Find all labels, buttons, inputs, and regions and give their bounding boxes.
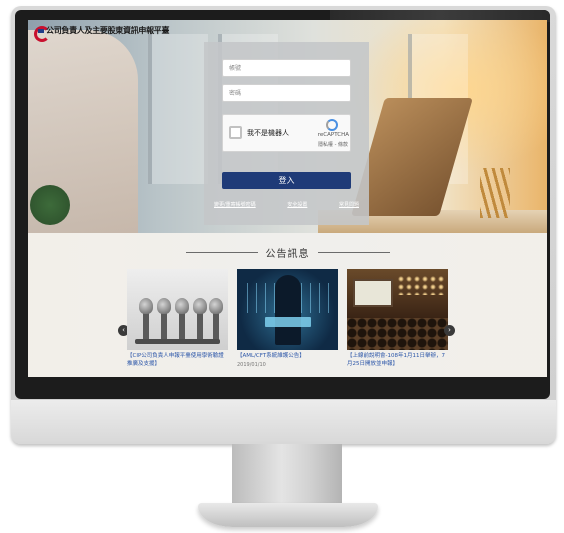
- reset-password-link[interactable]: 變更/重寄帳號密碼: [214, 201, 256, 208]
- microphones-image: [127, 269, 228, 350]
- login-panel: 我不是機器人 reCAPTCHA 隱私權 - 條款 登入 變更/重寄帳號密碼 安…: [204, 42, 369, 225]
- site-title: 公司負責人及主要股東資訊申報平臺: [46, 26, 170, 35]
- login-button[interactable]: 登入: [222, 172, 351, 189]
- conference-lights: [397, 275, 445, 295]
- password-input[interactable]: [222, 84, 351, 102]
- mic-shape: [139, 298, 153, 340]
- tech-tablet: [265, 317, 311, 327]
- hero-window-pane: [148, 34, 208, 184]
- tech-person-silhouette: [275, 275, 301, 345]
- account-input[interactable]: [222, 59, 351, 77]
- announcement-card[interactable]: 【上線前說明會-108年1月11日舉辦，7月25日開放並申報】: [347, 269, 448, 368]
- conference-audience: [347, 318, 448, 350]
- conference-screen: [353, 279, 393, 307]
- site-logo[interactable]: 公司負責人及主要股東資訊申報平臺: [34, 25, 170, 42]
- security-settings-link[interactable]: 安全設置: [287, 201, 307, 208]
- recaptcha-links[interactable]: 隱私權 - 條款: [318, 141, 348, 148]
- conference-image: [347, 269, 448, 350]
- announcement-card[interactable]: 【CIP公司負責人申報平臺使用學術驗證推廣及支援】: [127, 269, 228, 368]
- mic-shape: [209, 298, 223, 340]
- mic-shape: [175, 298, 189, 340]
- announcement-link[interactable]: 【上線前說明會-108年1月11日舉辦，7月25日開放並申報】: [347, 353, 448, 368]
- mic-shape: [157, 298, 171, 340]
- divider: [317, 251, 390, 253]
- recaptcha-icon: [326, 119, 338, 131]
- hero-plant-image: [30, 185, 70, 225]
- announcement-link[interactable]: 【AML/CFT系統維護公告】: [237, 353, 338, 361]
- monitor-stand-neck: [232, 444, 342, 506]
- monitor-chin: [11, 400, 556, 444]
- announcement-title: 公告訊息: [265, 248, 310, 260]
- recaptcha-checkbox[interactable]: [229, 126, 242, 139]
- announcement-link[interactable]: 【CIP公司負責人申報平臺使用學術驗證推廣及支援】: [127, 353, 228, 368]
- login-links: 變更/重寄帳號密碼 安全設置 常見問題: [214, 201, 359, 208]
- divider: [185, 251, 258, 253]
- recaptcha-label: 我不是機器人: [247, 129, 289, 137]
- recaptcha-brand: reCAPTCHA: [317, 132, 349, 138]
- announcement-header: 公告訊息: [28, 245, 547, 260]
- screen: 公司負責人及主要股東資訊申報平臺 我不是機器人 reCAPTCHA 隱私權 - …: [28, 20, 547, 377]
- announcement-date: 2019/01/10: [237, 361, 266, 368]
- monitor-stand-base: [198, 503, 378, 527]
- mic-shape: [193, 298, 207, 340]
- hero-background: 公司負責人及主要股東資訊申報平臺 我不是機器人 reCAPTCHA 隱私權 - …: [28, 20, 547, 233]
- announcement-section: 公告訊息 ‹ 【CIP公司負責人申報平臺使用學術驗證推廣及支援】 【AML/CF…: [28, 233, 547, 377]
- mic-stand: [135, 339, 220, 344]
- technology-image: [237, 269, 338, 350]
- carousel-next-icon[interactable]: ›: [444, 325, 455, 336]
- faq-link[interactable]: 常見問題: [339, 201, 359, 208]
- hero-laptop-image: [351, 98, 473, 216]
- announcement-card[interactable]: 【AML/CFT系統維護公告】 2019/01/10: [237, 269, 338, 368]
- logo-icon: [34, 25, 50, 42]
- recaptcha-widget: 我不是機器人 reCAPTCHA 隱私權 - 條款: [222, 114, 351, 152]
- hero-pens-image: [480, 168, 510, 218]
